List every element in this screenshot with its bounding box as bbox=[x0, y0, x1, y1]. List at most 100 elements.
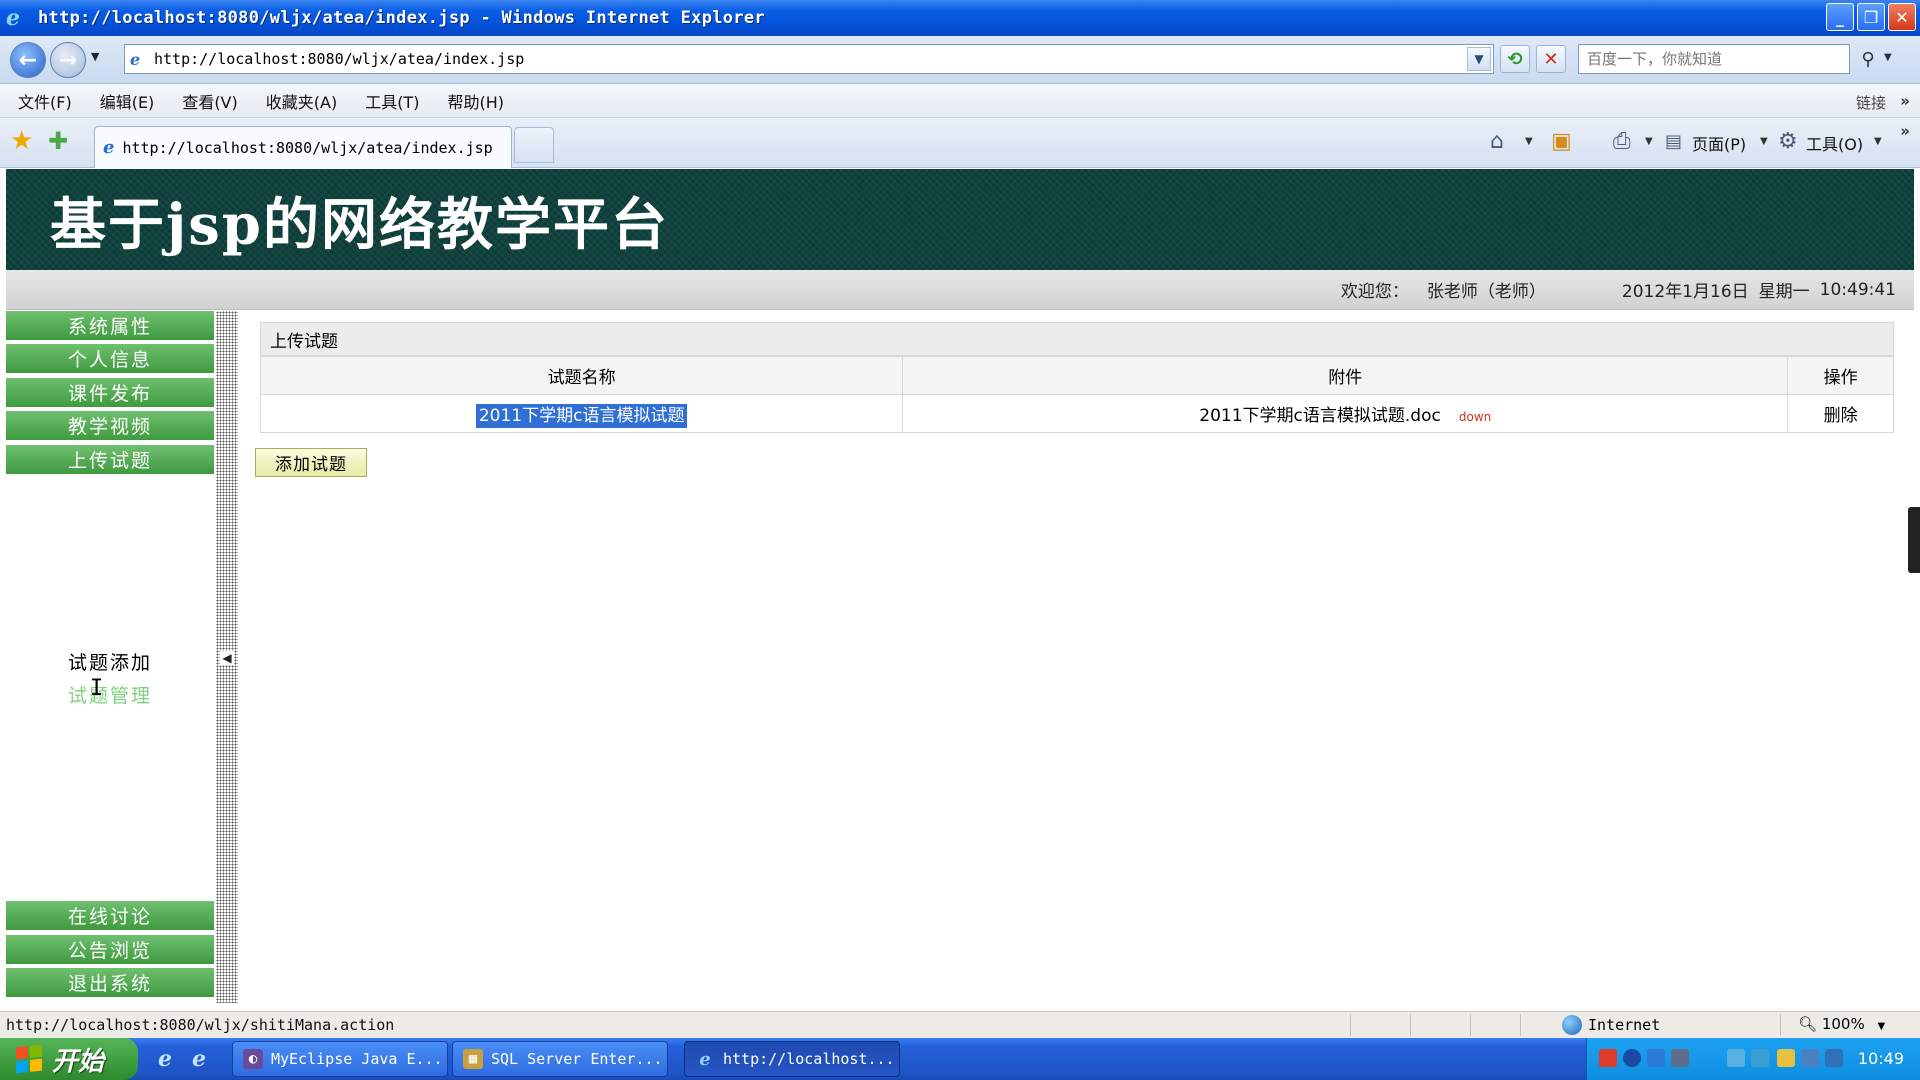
page-menu-icon: ▤ bbox=[1665, 131, 1683, 152]
sidebar-item-personal-info[interactable]: 个人信息 bbox=[6, 344, 214, 375]
add-favorite-icon[interactable]: ✚ bbox=[48, 128, 68, 154]
delete-link[interactable]: 删除 bbox=[1824, 406, 1858, 426]
status-divider bbox=[1780, 1014, 1781, 1036]
table-row: 2011下学期c语言模拟试题 2011下学期c语言模拟试题.doc down 删除 bbox=[259, 394, 1894, 433]
current-user: 张老师（老师） bbox=[1426, 282, 1546, 302]
status-divider bbox=[1410, 1014, 1411, 1036]
exam-name-cell: 2011下学期c语言模拟试题 bbox=[259, 394, 904, 433]
restore-button[interactable]: ❐ bbox=[1857, 3, 1885, 31]
tools-menu-dropdown[interactable]: ▼ bbox=[1874, 136, 1882, 147]
menu-favorites[interactable]: 收藏夹(A) bbox=[254, 89, 349, 113]
start-label: 开始 bbox=[52, 1046, 105, 1077]
search-input[interactable] bbox=[1587, 50, 1849, 68]
collapse-arrow-icon[interactable]: ◀ bbox=[220, 651, 234, 665]
frame-splitter[interactable]: ◀ bbox=[216, 311, 238, 1003]
exam-table: 试题名称 附件 操作 2011下学期c语言模拟试题 2011下学期c语言模拟试题… bbox=[259, 356, 1894, 433]
sidebar-item-system-properties[interactable]: 系统属性 bbox=[6, 311, 214, 342]
sidebar-item-courseware[interactable]: 课件发布 bbox=[6, 378, 214, 409]
globe-icon bbox=[1562, 1015, 1582, 1035]
menu-edit[interactable]: 编辑(E) bbox=[88, 89, 167, 113]
chevron-right-icon[interactable]: » bbox=[1900, 92, 1910, 110]
task-myeclipse[interactable]: ◐ MyEclipse Java E... bbox=[232, 1041, 448, 1077]
window-title-bar: e http://localhost:8080/wljx/atea/index.… bbox=[0, 0, 1920, 36]
home-dropdown[interactable]: ▼ bbox=[1525, 136, 1533, 147]
network-icon[interactable] bbox=[1647, 1049, 1665, 1067]
quicklaunch-ie-icon[interactable]: e bbox=[152, 1046, 178, 1072]
address-url[interactable]: http://localhost:8080/wljx/atea/index.js… bbox=[154, 50, 524, 68]
close-button[interactable]: ✕ bbox=[1888, 3, 1916, 31]
chevron-right-icon[interactable]: » bbox=[1900, 122, 1910, 140]
myeclipse-icon: ◐ bbox=[243, 1049, 263, 1069]
arrow-left-icon: ← bbox=[18, 47, 38, 73]
search-box[interactable] bbox=[1578, 44, 1850, 74]
sidebar-item-online-discussion[interactable]: 在线讨论 bbox=[6, 901, 214, 932]
tools-menu-button[interactable]: 工具(O) bbox=[1806, 131, 1863, 155]
links-toolbar[interactable]: 链接 bbox=[1856, 92, 1886, 113]
forward-button[interactable]: → bbox=[50, 42, 86, 78]
sogou-input-icon[interactable] bbox=[1599, 1049, 1617, 1067]
monitor-icon[interactable] bbox=[1751, 1049, 1769, 1067]
page-menu-dropdown[interactable]: ▼ bbox=[1760, 136, 1768, 147]
home-icon[interactable]: ⌂ bbox=[1490, 130, 1504, 154]
favorites-star-icon[interactable]: ★ bbox=[10, 128, 33, 154]
tab-current-page[interactable]: e http://localhost:8080/wljx/atea/index.… bbox=[94, 126, 512, 168]
sidebar-item-logout[interactable]: 退出系统 bbox=[6, 968, 214, 999]
window-title: http://localhost:8080/wljx/atea/index.js… bbox=[38, 8, 765, 28]
web-page: 基于jsp的网络教学平台 欢迎您： 张老师（老师） 2012年1月16日 星期一… bbox=[6, 169, 1920, 1003]
recent-pages-dropdown[interactable]: ▼ bbox=[91, 50, 99, 63]
task-internet-explorer[interactable]: e http://localhost... bbox=[684, 1041, 900, 1077]
stop-button[interactable]: ✕ bbox=[1536, 45, 1566, 73]
table-header-row: 试题名称 附件 操作 bbox=[259, 356, 1894, 395]
security-zone[interactable]: Internet bbox=[1562, 1015, 1660, 1035]
chevron-down-icon[interactable]: ▼ bbox=[1467, 47, 1491, 71]
search-icon[interactable]: ⚲ bbox=[1854, 45, 1882, 73]
sidebar-item-teaching-video[interactable]: 教学视频 bbox=[6, 411, 214, 442]
clock: 10:49 bbox=[1857, 1049, 1904, 1068]
quicklaunch-browser-icon[interactable]: e bbox=[186, 1046, 212, 1072]
start-button[interactable]: 开始 bbox=[0, 1038, 138, 1080]
back-button[interactable]: ← bbox=[10, 42, 46, 78]
address-field[interactable]: e http://localhost:8080/wljx/atea/index.… bbox=[124, 44, 1494, 74]
status-divider bbox=[1350, 1014, 1351, 1036]
menu-tools[interactable]: 工具(T) bbox=[353, 89, 431, 113]
sidebar-subitem-add-exam[interactable]: 试题添加 bbox=[6, 648, 214, 675]
zoom-control[interactable]: 🔍︎ 100% ▼ bbox=[1798, 1015, 1885, 1033]
sidebar-subitem-manage-exam[interactable]: 试题管理 bbox=[6, 681, 214, 708]
exam-name: 2011下学期c语言模拟试题 bbox=[475, 404, 688, 428]
attachment-cell: 2011下学期c语言模拟试题.doc down bbox=[902, 394, 1789, 433]
user-icon[interactable] bbox=[1727, 1049, 1745, 1067]
sidebar-item-upload-exam[interactable]: 上传试题 bbox=[6, 445, 214, 476]
page-menu-button[interactable]: 页面(P) bbox=[1692, 131, 1746, 155]
task-label: MyEclipse Java E... bbox=[271, 1050, 443, 1068]
sql-server-icon: ▦ bbox=[463, 1049, 483, 1069]
page-icon: e bbox=[130, 49, 141, 69]
new-tab-button[interactable] bbox=[514, 127, 554, 163]
volume-icon[interactable] bbox=[1671, 1049, 1689, 1067]
shield-icon[interactable] bbox=[1825, 1049, 1843, 1067]
app-tray-icon[interactable] bbox=[1777, 1049, 1795, 1067]
side-panel-handle[interactable] bbox=[1908, 507, 1920, 573]
add-exam-button[interactable]: 添加试题 bbox=[255, 448, 367, 477]
print-icon[interactable]: ⎙ bbox=[1613, 130, 1631, 154]
status-divider bbox=[1520, 1014, 1521, 1036]
task-sql-server[interactable]: ▦ SQL Server Enter... bbox=[452, 1041, 668, 1077]
feeds-icon[interactable]: ▣ bbox=[1551, 130, 1572, 154]
main-content: 上传试题 试题名称 附件 操作 2011下学期c语言模拟试题 2011下学期c语… bbox=[250, 322, 1900, 1002]
display-icon[interactable] bbox=[1801, 1049, 1819, 1067]
windows-logo-icon bbox=[16, 1044, 42, 1074]
menu-help[interactable]: 帮助(H) bbox=[435, 89, 516, 113]
refresh-button[interactable]: ⟲ bbox=[1500, 45, 1530, 73]
system-tray: 10:49 bbox=[1586, 1038, 1920, 1080]
current-time: 10:49:41 bbox=[1819, 279, 1896, 300]
back-arrow-icon[interactable] bbox=[1623, 1049, 1641, 1067]
ie-icon: e bbox=[699, 1048, 711, 1070]
column-header-name: 试题名称 bbox=[259, 356, 904, 395]
menu-bar: 文件(F) 编辑(E) 查看(V) 收藏夹(A) 工具(T) 帮助(H) 链接 … bbox=[0, 84, 1920, 118]
download-link[interactable]: down bbox=[1459, 410, 1491, 424]
sidebar-item-announcements[interactable]: 公告浏览 bbox=[6, 935, 214, 966]
print-dropdown[interactable]: ▼ bbox=[1645, 136, 1653, 147]
minimize-button[interactable]: _ bbox=[1826, 3, 1854, 31]
menu-file[interactable]: 文件(F) bbox=[6, 89, 84, 113]
menu-view[interactable]: 查看(V) bbox=[170, 89, 249, 113]
search-options-dropdown[interactable]: ▼ bbox=[1884, 52, 1892, 63]
